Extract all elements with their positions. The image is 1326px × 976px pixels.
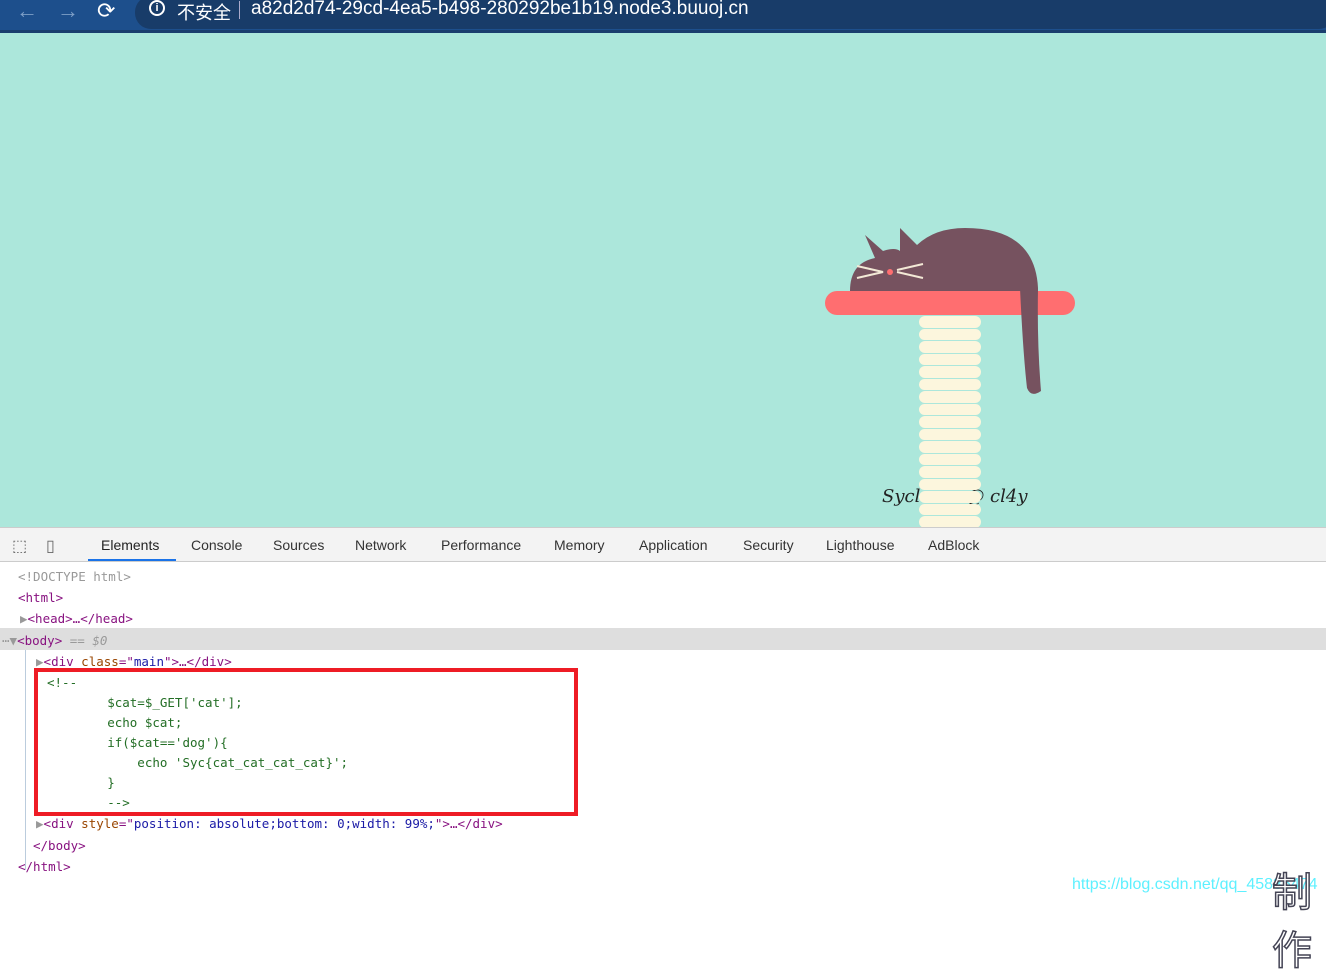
device-toolbar-icon[interactable]: ▯ xyxy=(46,536,55,556)
post-stripe xyxy=(919,403,981,415)
expand-triangle-icon: ▶ xyxy=(36,654,44,669)
attr-name: class xyxy=(81,654,119,669)
url-text[interactable]: a82d2d74-29cd-4ea5-b498-280292be1b19.nod… xyxy=(251,0,749,20)
insecure-label: 不安全 xyxy=(177,3,231,23)
sleeping-cat-illustration xyxy=(850,228,1041,394)
tab-network[interactable]: Network xyxy=(355,537,406,553)
post-stripe xyxy=(919,478,981,490)
indent-guide xyxy=(25,650,26,870)
active-tab-indicator xyxy=(88,559,176,561)
back-icon[interactable]: ← xyxy=(16,0,38,22)
post-stripe xyxy=(919,466,981,478)
annotation-red-box xyxy=(34,668,578,816)
page-viewport: Syclover @ cl4y xyxy=(0,33,1326,527)
tab-adblock[interactable]: AdBlock xyxy=(928,537,979,553)
post-stripe xyxy=(919,516,981,527)
post-stripe xyxy=(919,503,981,515)
tab-lighthouse[interactable]: Lighthouse xyxy=(826,537,895,553)
body-tag: <body> xyxy=(17,633,63,648)
attr-value: position: absolute;bottom: 0;width: 99%; xyxy=(133,816,435,831)
elements-panel: <!DOCTYPE html> <html> ▶<head>…</head> ⋯… xyxy=(0,562,1326,905)
tab-memory[interactable]: Memory xyxy=(554,537,605,553)
head-node[interactable]: ▶<head>…</head> xyxy=(20,611,133,627)
post-stripe xyxy=(919,441,981,453)
divider xyxy=(239,1,240,19)
body-node[interactable]: ⋯▼<body> == $0 xyxy=(2,633,107,649)
tab-security[interactable]: Security xyxy=(743,537,794,553)
tag-name: div xyxy=(51,816,74,831)
inspect-element-icon[interactable]: ⬚ xyxy=(12,536,27,556)
head-tag: <head>…</head> xyxy=(27,611,133,626)
reload-icon[interactable]: ⟳ xyxy=(97,0,115,22)
expand-triangle-icon: ▶ xyxy=(36,816,44,831)
selected-row-highlight xyxy=(0,628,1326,650)
collapse-triangle-icon[interactable]: ▼ xyxy=(10,633,18,648)
div-style-node[interactable]: ▶<div style="position: absolute;bottom: … xyxy=(36,816,503,832)
forward-icon[interactable]: → xyxy=(57,0,79,22)
tab-console[interactable]: Console xyxy=(191,537,242,553)
post-stripe xyxy=(919,453,981,465)
browser-toolbar: ← → ⟳ i 不安全 a82d2d74-29cd-4ea5-b498-2802… xyxy=(0,0,1326,33)
tag-name: div xyxy=(51,654,74,669)
expand-triangle-icon[interactable]: ▶ xyxy=(20,611,28,626)
address-bar[interactable]: i 不安全 a82d2d74-29cd-4ea5-b498-280292be1b… xyxy=(135,0,1326,29)
console-ref: == $0 xyxy=(62,633,108,648)
tab-elements[interactable]: Elements xyxy=(101,537,159,553)
doctype-node[interactable]: <!DOCTYPE html> xyxy=(18,569,131,585)
info-icon[interactable]: i xyxy=(149,0,165,16)
post-stripe xyxy=(919,491,981,503)
tab-application[interactable]: Application xyxy=(639,537,708,553)
post-stripe xyxy=(919,428,981,440)
tab-performance[interactable]: Performance xyxy=(441,537,521,553)
html-close-node: </html> xyxy=(18,859,71,874)
attr-name: style xyxy=(81,816,119,831)
tab-sources[interactable]: Sources xyxy=(273,537,324,553)
post-stripe xyxy=(919,416,981,428)
more-icon[interactable]: ⋯ xyxy=(2,633,10,648)
devtools-tab-bar: ⬚ ▯ Elements Console Sources Network Per… xyxy=(0,527,1326,562)
html-open-node[interactable]: <html> xyxy=(18,590,63,606)
watermark-stamp: 制作 xyxy=(1271,869,1313,975)
attr-value: main xyxy=(133,654,164,669)
body-close-node: </body> xyxy=(33,838,86,853)
